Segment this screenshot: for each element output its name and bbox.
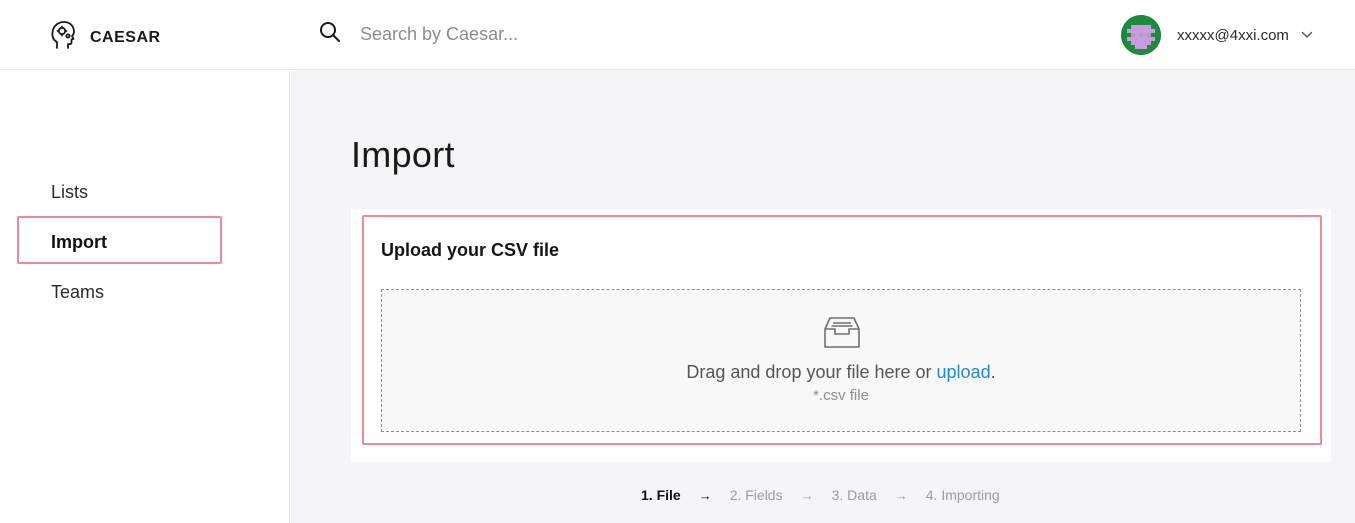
- drop-instructions: Drag and drop your file here or upload.: [382, 362, 1300, 383]
- step-data: 3. Data: [831, 487, 877, 503]
- chevron-down-icon[interactable]: [1289, 26, 1313, 44]
- search-icon[interactable]: [318, 20, 342, 49]
- top-bar: CAESAR xxxxx@4xxi.com: [0, 0, 1355, 70]
- import-steps: 1. File → 2. Fields → 3. Data → 4. Impor…: [641, 487, 1000, 503]
- upload-link[interactable]: upload: [937, 362, 991, 382]
- sidebar-item-lists[interactable]: Lists: [51, 182, 88, 203]
- search-bar: [318, 20, 780, 49]
- drop-period: .: [990, 362, 996, 382]
- search-input[interactable]: [360, 20, 780, 49]
- sidebar: Lists Import Teams: [0, 70, 290, 523]
- sidebar-item-import[interactable]: Import: [51, 232, 107, 253]
- sidebar-item-teams[interactable]: Teams: [51, 282, 104, 303]
- step-file: 1. File: [641, 487, 681, 503]
- file-type-hint: *.csv file: [813, 387, 869, 404]
- user-email: xxxxx@4xxi.com: [1177, 26, 1289, 44]
- page-title: Import: [351, 134, 455, 175]
- brand-logo[interactable]: CAESAR: [50, 20, 161, 55]
- upload-title: Upload your CSV file: [381, 240, 560, 260]
- head-gears-icon: [50, 20, 76, 55]
- file-dropzone[interactable]: Drag and drop your file here or upload. …: [381, 289, 1301, 432]
- step-arrow: →: [894, 487, 908, 503]
- brand-name: CAESAR: [90, 28, 161, 46]
- avatar[interactable]: [1121, 15, 1161, 55]
- nav-highlight: [17, 216, 222, 264]
- user-menu[interactable]: xxxxx@4xxi.com: [1121, 15, 1313, 55]
- upload-card: Upload your CSV file Drag and drop your …: [351, 209, 1331, 462]
- step-importing: 4. Importing: [925, 487, 1000, 503]
- drop-text: Drag and drop your file here or: [686, 362, 932, 382]
- step-arrow: →: [800, 487, 814, 503]
- main-content: Import Upload your CSV file Drag and dro…: [291, 70, 1355, 523]
- step-arrow: →: [698, 487, 712, 503]
- step-fields: 2. Fields: [729, 487, 783, 503]
